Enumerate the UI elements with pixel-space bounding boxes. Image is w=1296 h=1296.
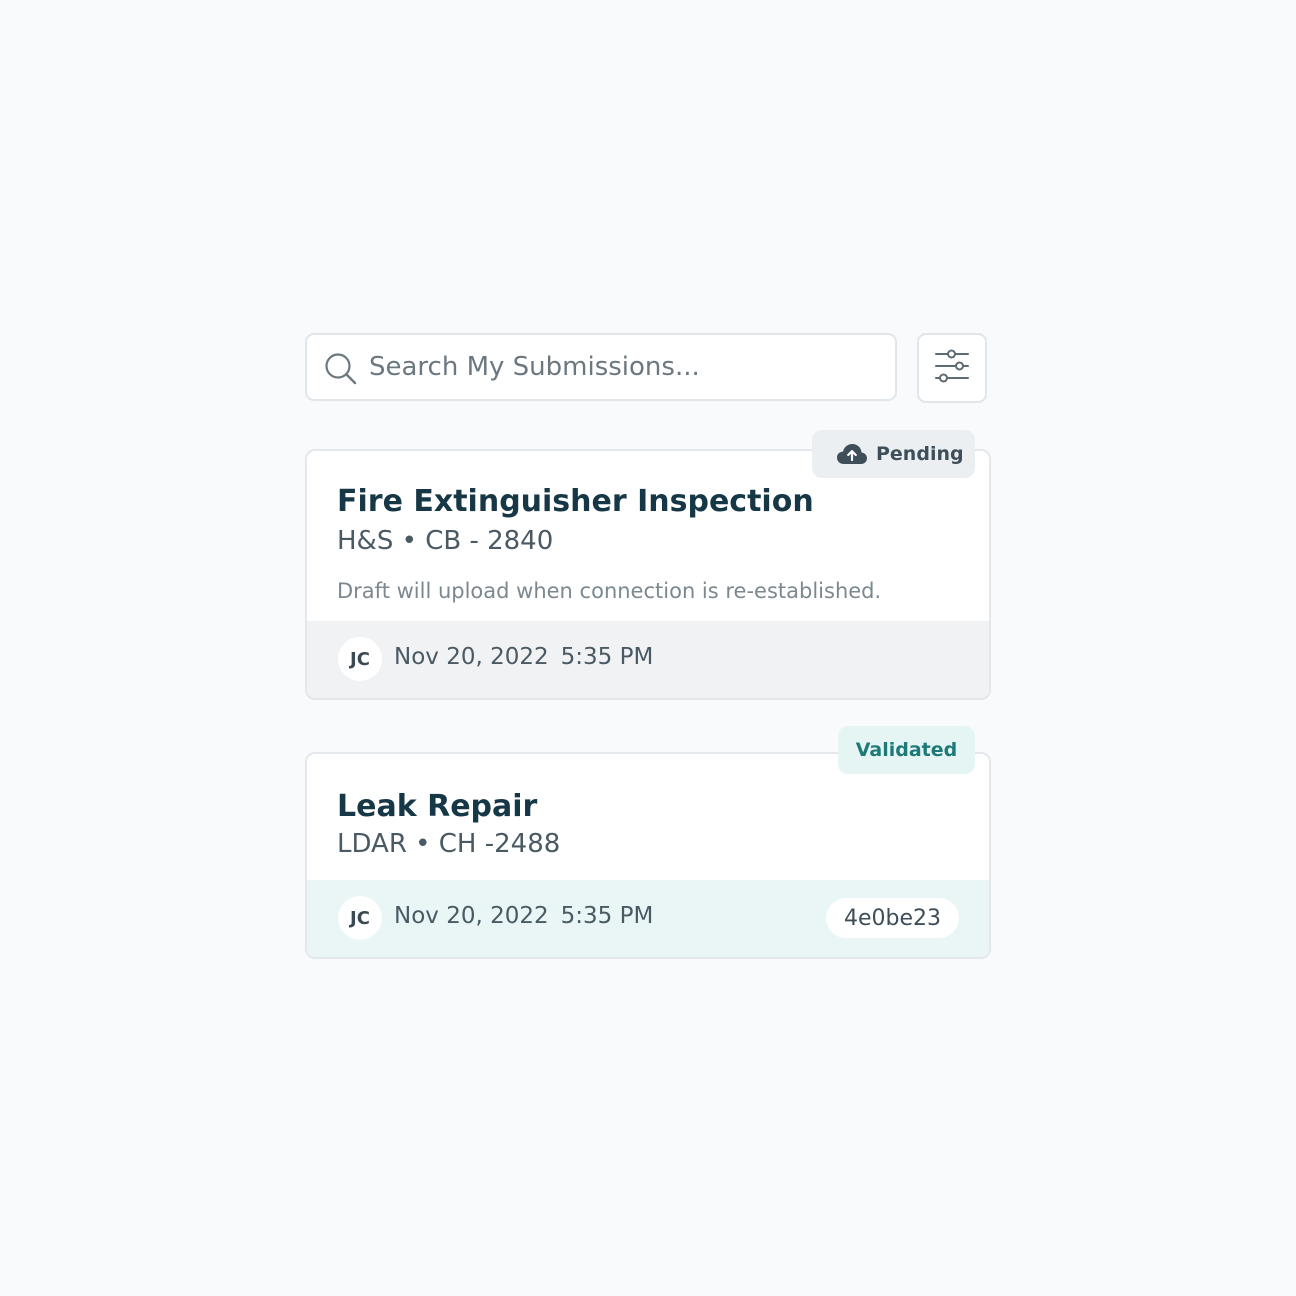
submission-card[interactable]: Fire Extinguisher Inspection H&S • CB - …	[305, 449, 991, 700]
status-badge-validated: Validated	[838, 726, 975, 774]
submission-date: Nov 20, 2022	[394, 644, 549, 670]
upload-note: Draft will upload when connection is re-…	[337, 579, 882, 603]
submission-time: 5:35 PM	[560, 644, 654, 670]
card-footer: JC Nov 20, 2022 5:35 PM	[307, 621, 989, 698]
search-icon	[324, 352, 358, 386]
submissions-panel: Fire Extinguisher Inspection H&S • CB - …	[305, 333, 991, 959]
search-box[interactable]	[305, 333, 897, 401]
submission-card[interactable]: Leak Repair LDAR • CH -2488 JC Nov 20, 2…	[305, 752, 991, 959]
avatar: JC	[338, 896, 382, 940]
sliders-icon	[934, 348, 970, 388]
avatar: JC	[338, 637, 382, 681]
submission-date: Nov 20, 2022	[394, 903, 549, 929]
submission-hash-chip: 4e0be23	[825, 898, 959, 938]
cloud-upload-icon	[836, 443, 868, 465]
submission-title: Leak Repair	[337, 789, 538, 824]
submission-subtitle: H&S • CB - 2840	[337, 526, 554, 556]
filter-button[interactable]	[917, 333, 987, 403]
submission-title: Fire Extinguisher Inspection	[337, 484, 814, 519]
card-footer: JC Nov 20, 2022 5:35 PM 4e0be23	[307, 880, 989, 957]
search-row	[305, 333, 991, 403]
status-label: Validated	[855, 739, 958, 761]
status-badge-pending: Pending	[812, 430, 975, 478]
status-label: Pending	[876, 443, 964, 465]
timestamp: Nov 20, 2022 5:35 PM	[394, 903, 653, 929]
submission-subtitle: LDAR • CH -2488	[337, 829, 561, 859]
search-input[interactable]	[369, 335, 879, 399]
submission-time: 5:35 PM	[560, 903, 654, 929]
timestamp: Nov 20, 2022 5:35 PM	[394, 644, 653, 670]
